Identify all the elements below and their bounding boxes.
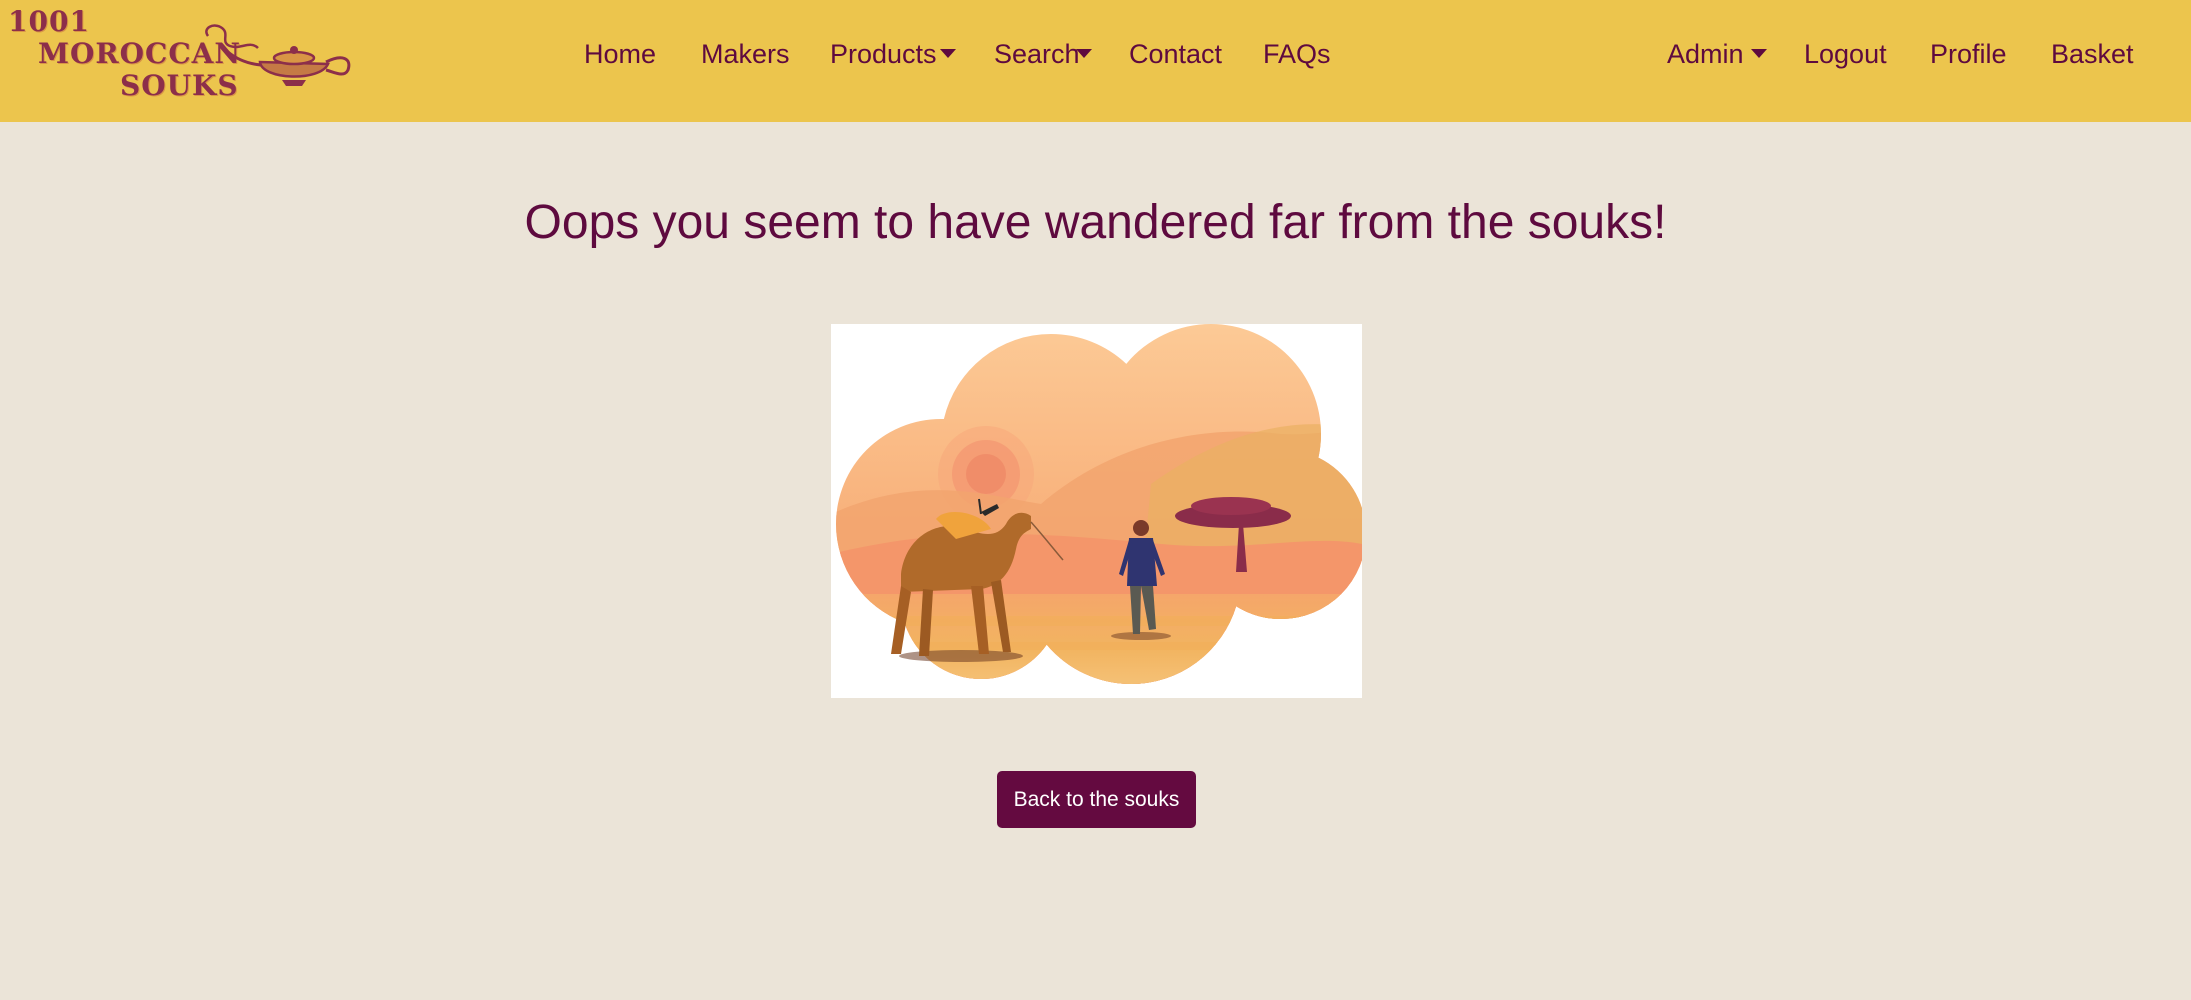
desert-scene-image [836,324,1362,684]
logo-line-1: 1001 [8,5,90,38]
navbar: 1001 MOROCCAN SOUKS Home Makers Products… [0,0,2191,122]
magic-lamp-icon [205,24,351,86]
nav-makers[interactable]: Makers [701,37,790,71]
nav-profile[interactable]: Profile [1930,37,2007,71]
nav-products[interactable]: Products [830,37,937,71]
desert-camel-illustration [831,324,1362,698]
products-chevron-down-icon[interactable] [940,49,956,58]
page-title: Oops you seem to have wandered far from … [524,196,1667,249]
nav-logout[interactable]: Logout [1804,37,1887,71]
nav-search[interactable]: Search [994,37,1080,71]
admin-chevron-down-icon[interactable] [1751,49,1767,58]
search-chevron-down-icon[interactable] [1076,49,1092,58]
back-to-souks-button[interactable]: Back to the souks [997,771,1196,828]
site-logo[interactable]: 1001 MOROCCAN SOUKS [0,0,370,110]
nav-basket[interactable]: Basket [2051,37,2134,71]
nav-contact[interactable]: Contact [1129,37,1222,71]
nav-faqs[interactable]: FAQs [1263,37,1331,71]
nav-home[interactable]: Home [584,37,656,71]
nav-admin[interactable]: Admin [1667,37,1744,71]
